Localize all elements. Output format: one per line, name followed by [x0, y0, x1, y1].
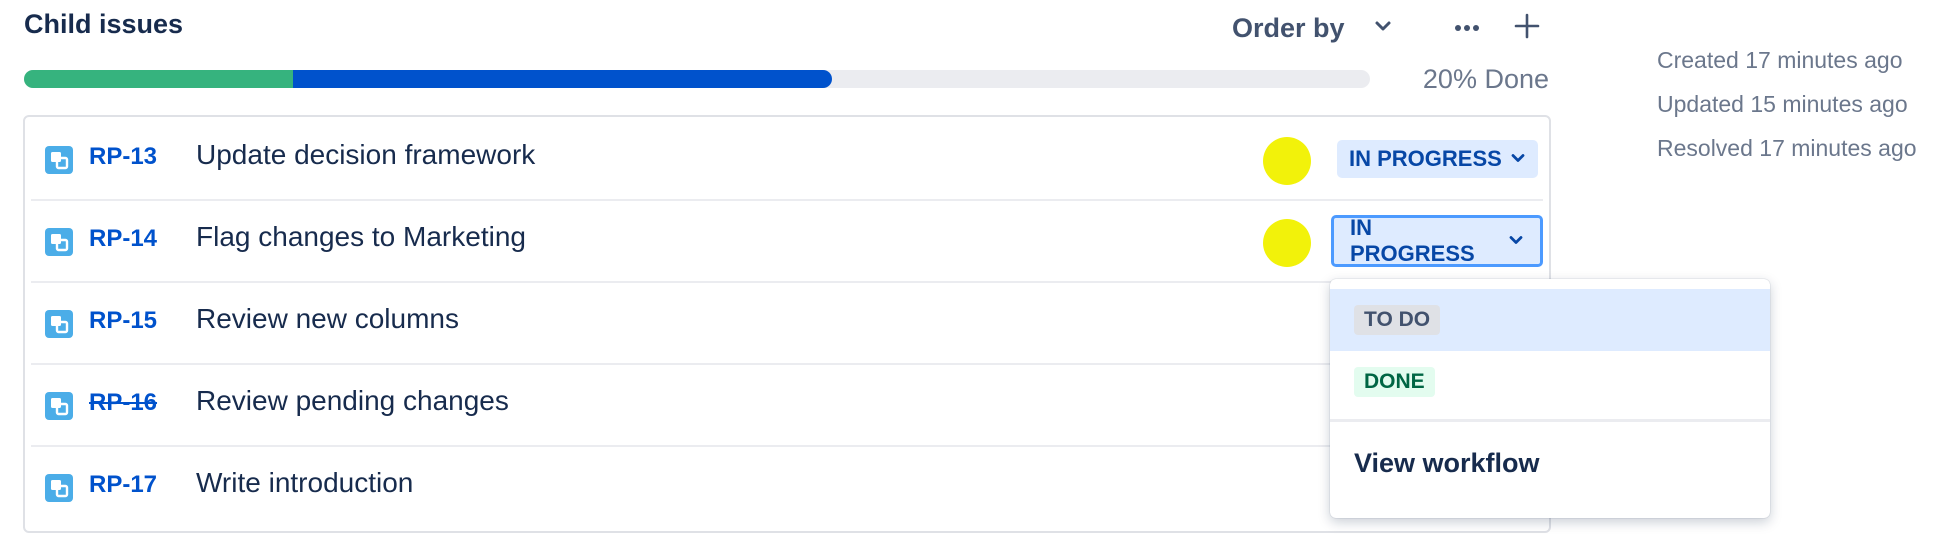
status-option-done[interactable]: DONE: [1330, 351, 1770, 413]
order-by-button[interactable]: Order by: [1232, 8, 1393, 48]
order-by-label: Order by: [1232, 12, 1345, 43]
issue-key[interactable]: RP-14: [89, 225, 157, 253]
more-icon: [1454, 19, 1480, 37]
progress-done-label: 20% Done: [1422, 64, 1549, 94]
child-issues-title: Child issues: [24, 9, 184, 39]
table-row[interactable]: RP-17 Write introduction: [31, 445, 1543, 527]
status-lozenge: DONE: [1354, 367, 1435, 397]
subtask-icon: [45, 392, 73, 420]
child-issues-list: RP-13 Update decision framework IN PROGR…: [23, 115, 1551, 533]
status-transition-menu: TO DO DONE View workflow: [1330, 279, 1770, 518]
assignee-avatar[interactable]: [1263, 219, 1311, 267]
progress-bar: [24, 70, 1370, 88]
subtask-icon: [45, 146, 73, 174]
add-child-issue-button[interactable]: [1507, 8, 1547, 48]
issue-summary[interactable]: Review pending changes: [196, 385, 509, 417]
table-row[interactable]: RP-15 Review new columns: [31, 281, 1543, 365]
chevron-down-icon: [1508, 228, 1524, 254]
issue-summary[interactable]: Flag changes to Marketing: [196, 221, 526, 253]
issue-key[interactable]: RP-13: [89, 143, 157, 171]
table-row[interactable]: RP-16 Review pending changes: [31, 363, 1543, 447]
status-label: IN PROGRESS: [1350, 215, 1475, 266]
issue-summary[interactable]: Review new columns: [196, 303, 459, 335]
plus-icon: [1513, 12, 1541, 45]
chevron-down-icon: [1510, 146, 1526, 172]
table-row[interactable]: RP-13 Update decision framework IN PROGR…: [31, 117, 1543, 201]
menu-divider: [1330, 419, 1770, 422]
more-actions-button[interactable]: [1447, 8, 1487, 48]
status-option-to-do[interactable]: TO DO: [1330, 289, 1770, 351]
status-lozenge: TO DO: [1354, 305, 1441, 335]
subtask-icon: [45, 474, 73, 502]
issue-summary[interactable]: Write introduction: [196, 467, 413, 499]
issue-dates: Created 17 minutes ago Updated 15 minute…: [1657, 38, 1917, 170]
updated-date: Updated 15 minutes ago: [1657, 91, 1908, 117]
issue-key[interactable]: RP-15: [89, 307, 157, 335]
chevron-down-icon: [1373, 16, 1393, 41]
subtask-icon: [45, 228, 73, 256]
issue-key[interactable]: RP-16: [89, 389, 157, 417]
view-workflow-item[interactable]: View workflow: [1330, 427, 1770, 499]
progress-done-segment: [24, 70, 294, 88]
status-label: IN PROGRESS: [1349, 146, 1502, 171]
created-date: Created 17 minutes ago: [1657, 47, 1903, 73]
table-row[interactable]: RP-14 Flag changes to Marketing IN PROGR…: [31, 199, 1543, 283]
subtask-icon: [45, 310, 73, 338]
status-dropdown-button[interactable]: IN PROGRESS: [1331, 215, 1543, 267]
assignee-avatar[interactable]: [1263, 137, 1311, 185]
issue-key[interactable]: RP-17: [89, 471, 157, 499]
progress-in-progress-segment: [293, 70, 832, 88]
issue-summary[interactable]: Update decision framework: [196, 139, 535, 171]
resolved-date: Resolved 17 minutes ago: [1657, 135, 1917, 161]
view-workflow-label: View workflow: [1354, 448, 1540, 478]
status-dropdown-button[interactable]: IN PROGRESS: [1337, 140, 1538, 178]
